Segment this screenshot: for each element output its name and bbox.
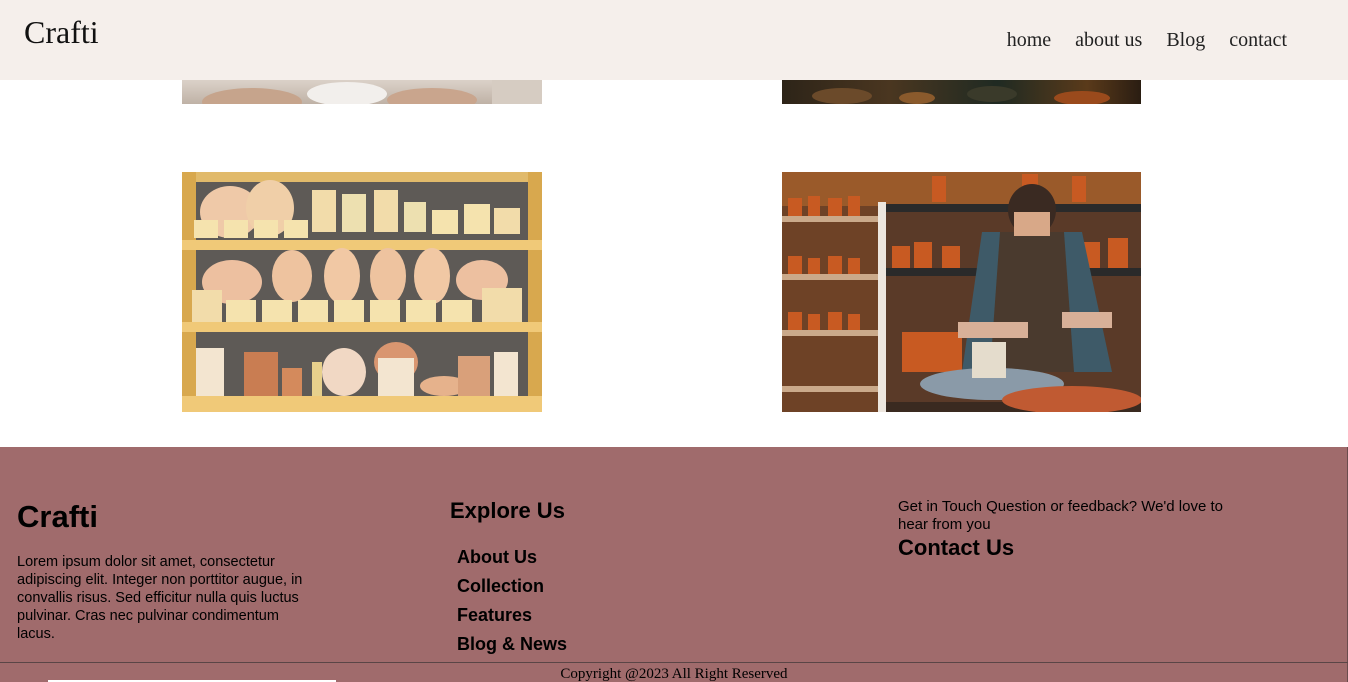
nav-home[interactable]: home — [1007, 29, 1051, 52]
potter-wheel-photo — [782, 172, 1141, 412]
footer-description: Lorem ipsum dolor sit amet, consectetur … — [17, 554, 303, 642]
nav-blog[interactable]: Blog — [1166, 29, 1205, 52]
footer-link-features[interactable]: Features — [457, 605, 567, 634]
footer-links: About Us Collection Features Blog & News — [457, 547, 567, 663]
footer-brand[interactable]: Crafti — [17, 499, 98, 535]
footer-link-about-us[interactable]: About Us — [457, 547, 567, 576]
site-header: Crafti home about us Blog contact — [0, 0, 1348, 80]
footer-link-blog-news[interactable]: Blog & News — [457, 634, 567, 663]
brand-logo[interactable]: Crafti — [24, 14, 99, 51]
main-nav: home about us Blog contact — [1007, 29, 1287, 52]
site-footer: Crafti Lorem ipsum dolor sit amet, conse… — [0, 447, 1348, 682]
nav-about-us[interactable]: about us — [1075, 29, 1142, 52]
copyright-bar: Copyright @2023 All Right Reserved — [0, 662, 1348, 682]
nav-contact[interactable]: contact — [1229, 29, 1287, 52]
explore-heading: Explore Us — [450, 498, 565, 523]
get-in-touch-text: Get in Touch Question or feedback? We'd … — [898, 498, 1224, 533]
copyright-text: Copyright @2023 All Right Reserved — [560, 666, 788, 682]
ceramic-shelves-photo — [182, 172, 542, 412]
footer-link-collection[interactable]: Collection — [457, 576, 567, 605]
contact-heading[interactable]: Contact Us — [898, 535, 1014, 561]
